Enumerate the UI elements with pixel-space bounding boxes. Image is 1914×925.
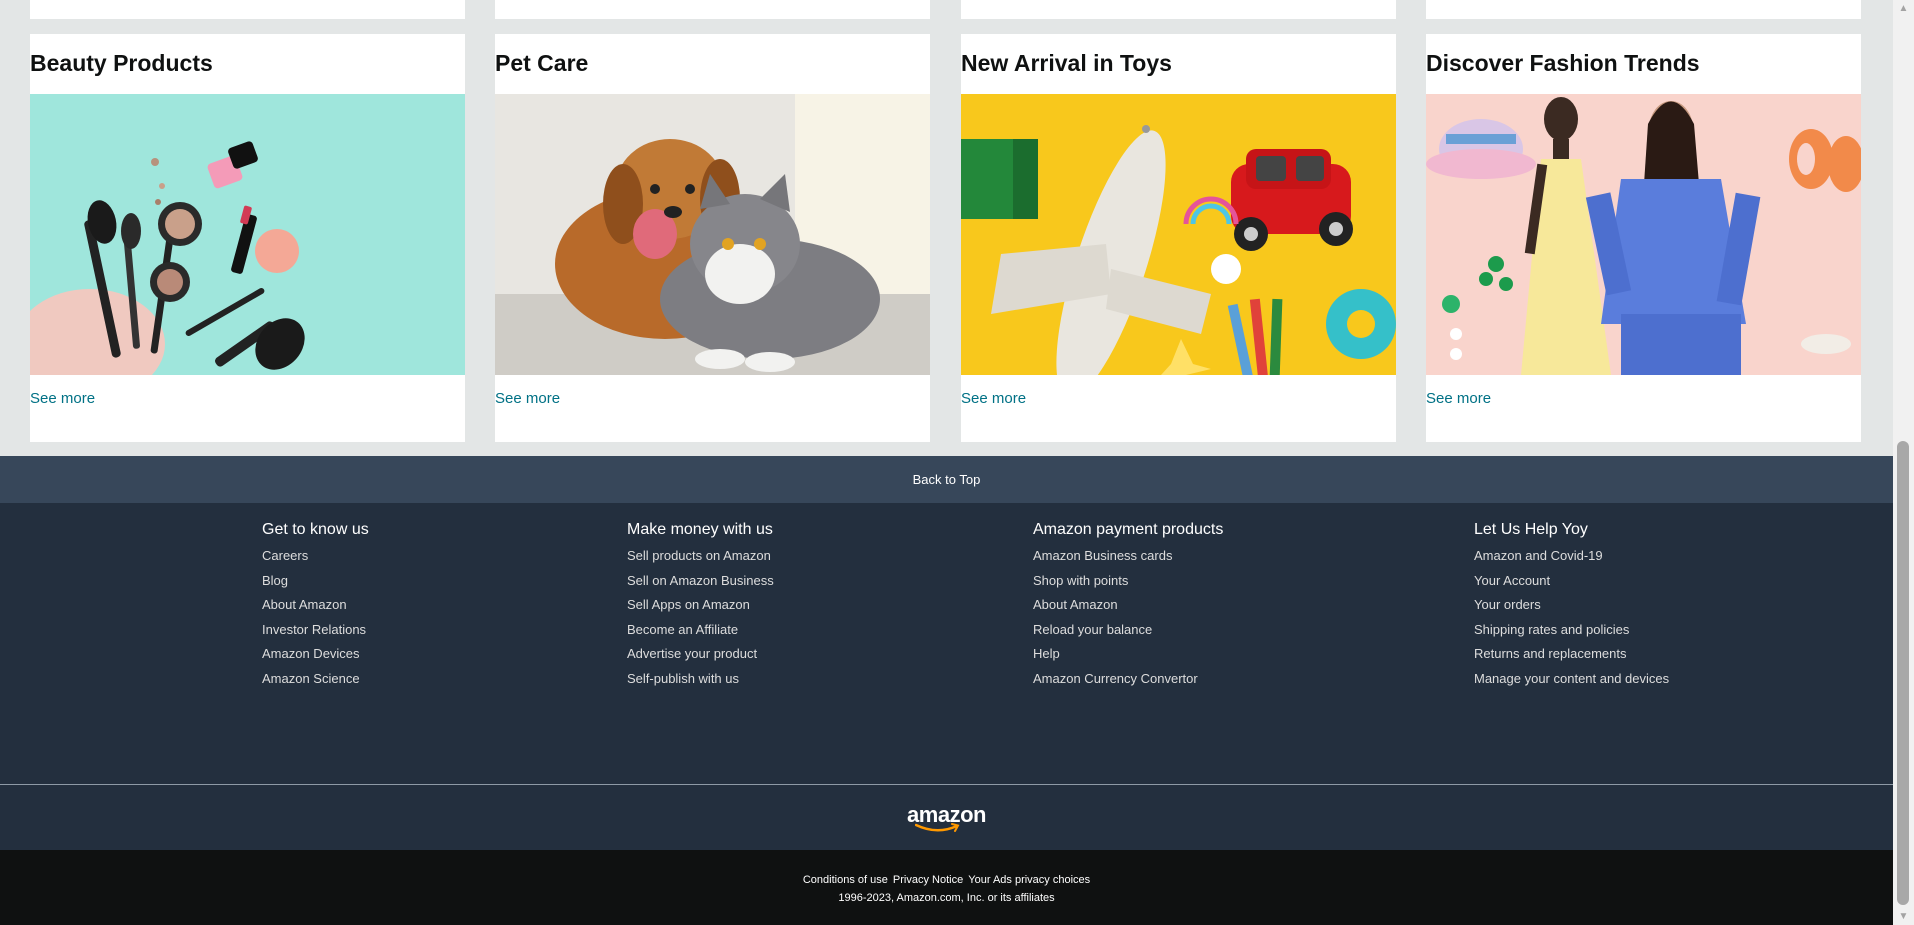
footer-link[interactable]: Advertise your product [627, 642, 774, 667]
footer-link[interactable]: Shipping rates and policies [1474, 618, 1669, 643]
card-title: New Arrival in Toys [961, 50, 1172, 76]
footer-link[interactable]: Amazon Business cards [1033, 544, 1223, 569]
fashion-trends-image[interactable] [1426, 94, 1861, 375]
footer-link[interactable]: Your orders [1474, 593, 1669, 618]
back-to-top-button[interactable]: Back to Top [0, 456, 1893, 503]
footer-column-let-us-help: Let Us Help Yoy Amazon and Covid-19 Your… [1474, 521, 1669, 691]
page: Beauty Products See more Pet Care See mo… [0, 0, 1893, 925]
footer-link[interactable]: Sell Apps on Amazon [627, 593, 774, 618]
vertical-scrollbar[interactable]: ▲ ▼ [1893, 0, 1914, 925]
pet-care-image[interactable] [495, 94, 930, 375]
legal-links: Conditions of use Privacy Notice Your Ad… [0, 874, 1893, 886]
footer-column-amazon-payment-products: Amazon payment products Amazon Business … [1033, 521, 1223, 691]
footer-column-heading: Get to know us [262, 521, 369, 538]
card-beauty-products: Beauty Products See more [30, 34, 465, 442]
footer-link[interactable]: Blog [262, 569, 369, 594]
scroll-down-arrow-icon[interactable]: ▼ [1893, 908, 1914, 925]
footer-logo-band: amazon [0, 785, 1893, 850]
card-title: Beauty Products [30, 50, 213, 76]
footer-links: Get to know us Careers Blog About Amazon… [0, 503, 1893, 784]
footer-link[interactable]: Amazon Devices [262, 642, 369, 667]
footer-link[interactable]: Reload your balance [1033, 618, 1223, 643]
footer-link[interactable]: Amazon Science [262, 667, 369, 692]
previous-card-strip [1426, 0, 1861, 19]
footer-link[interactable]: Become an Affiliate [627, 618, 774, 643]
scroll-thumb[interactable] [1897, 441, 1909, 905]
toys-image[interactable] [961, 94, 1396, 375]
footer-column-heading: Amazon payment products [1033, 521, 1224, 538]
footer-link[interactable]: Your Account [1474, 569, 1669, 594]
amazon-logo[interactable]: amazon [907, 802, 987, 833]
footer-link[interactable]: Shop with points [1033, 569, 1223, 594]
footer-column-get-to-know-us: Get to know us Careers Blog About Amazon… [262, 521, 369, 691]
privacy-notice-link[interactable]: Privacy Notice [893, 874, 963, 886]
footer-column-make-money-with-us: Make money with us Sell products on Amaz… [627, 521, 774, 691]
card-new-arrival-in-toys: New Arrival in Toys See more [961, 34, 1396, 442]
footer-link[interactable]: Returns and replacements [1474, 642, 1669, 667]
footer-link[interactable]: Help [1033, 642, 1223, 667]
footer-link[interactable]: About Amazon [262, 593, 369, 618]
card-title: Pet Care [495, 50, 589, 76]
smile-arrow-icon [914, 822, 959, 832]
footer-link[interactable]: Manage your content and devices [1474, 667, 1669, 692]
copyright-text: 1996-2023, Amazon.com, Inc. or its affil… [838, 892, 1055, 904]
footer-link[interactable]: About Amazon [1033, 593, 1223, 618]
scroll-up-arrow-icon[interactable]: ▲ [1893, 0, 1914, 17]
footer-link[interactable]: Sell on Amazon Business [627, 569, 774, 594]
card-discover-fashion-trends: Discover Fashion Trends See more [1426, 34, 1861, 442]
see-more-link[interactable]: See more [1426, 390, 1491, 407]
footer-link[interactable]: Careers [262, 544, 369, 569]
footer-link[interactable]: Self-publish with us [627, 667, 774, 692]
see-more-link[interactable]: See more [495, 390, 560, 407]
ads-privacy-choices-link[interactable]: Your Ads privacy choices [968, 874, 1090, 886]
beauty-products-image[interactable] [30, 94, 465, 375]
card-pet-care: Pet Care See more [495, 34, 930, 442]
footer-link[interactable]: Amazon Currency Convertor [1033, 667, 1223, 692]
card-title: Discover Fashion Trends [1426, 50, 1700, 76]
see-more-link[interactable]: See more [961, 390, 1026, 407]
see-more-link[interactable]: See more [30, 390, 95, 407]
footer-link[interactable]: Amazon and Covid-19 [1474, 544, 1669, 569]
footer-link[interactable]: Investor Relations [262, 618, 369, 643]
previous-card-strip [495, 0, 930, 19]
footer-column-heading: Let Us Help Yoy [1474, 521, 1588, 538]
conditions-of-use-link[interactable]: Conditions of use [803, 874, 888, 886]
footer-link[interactable]: Sell products on Amazon [627, 544, 774, 569]
footer-bottom-band: Conditions of use Privacy Notice Your Ad… [0, 850, 1893, 925]
previous-card-strip [30, 0, 465, 19]
previous-card-strip [961, 0, 1396, 19]
footer-column-heading: Make money with us [627, 521, 773, 538]
